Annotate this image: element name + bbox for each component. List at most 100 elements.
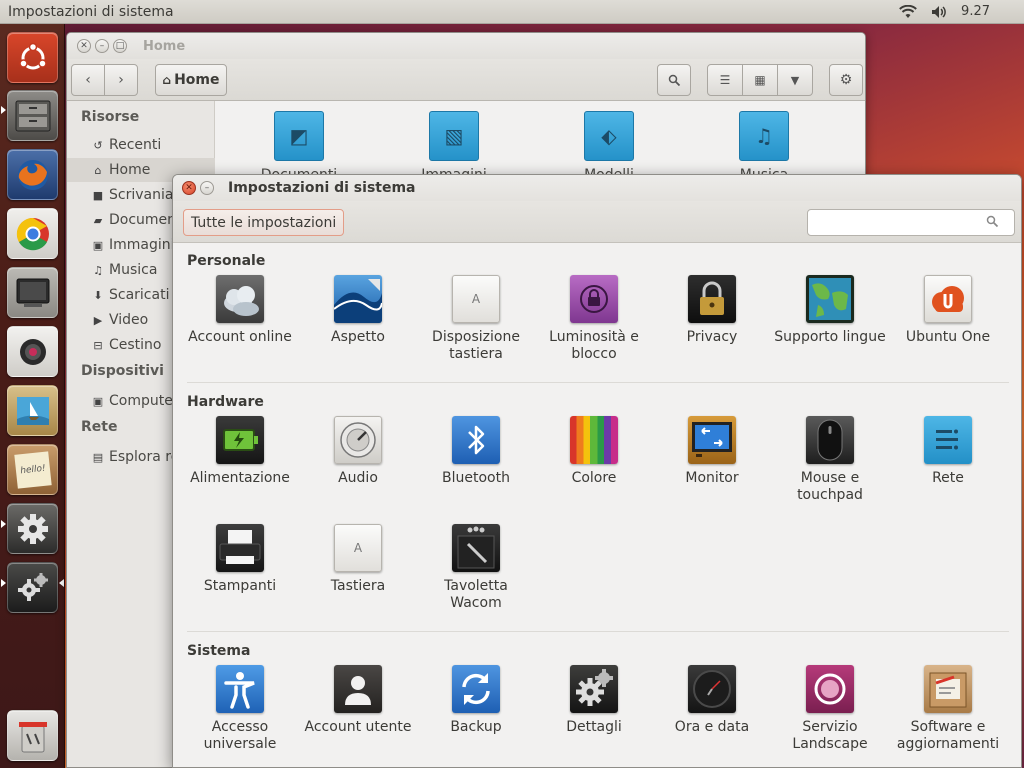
chrome-icon[interactable] [7,208,58,259]
sound-icon [334,416,382,464]
item-privacy[interactable]: Privacy [653,275,771,346]
item-keyboard[interactable]: A Tastiera [299,524,417,595]
settings-details-icon[interactable] [7,562,58,613]
close-icon[interactable]: ✕ [77,39,91,53]
folder-music[interactable]: ♫Musica [704,111,824,183]
item-universal-access[interactable]: Accesso universale [181,665,299,753]
item-language-support[interactable]: Supporto lingue [771,275,889,346]
sidebar-item-recent[interactable]: ↺ Recenti [67,133,215,157]
keyboard-icon: A [334,524,382,572]
item-bluetooth[interactable]: Bluetooth [417,416,535,487]
item-label: Privacy [686,329,738,345]
item-color[interactable]: Colore [535,416,653,487]
folder-pictures[interactable]: ▧Immagini [394,111,514,183]
chevron-left-icon: ‹ [85,72,91,88]
item-label: Aspetto [331,329,385,345]
photo-viewer-icon[interactable] [7,385,58,436]
sidebar-header-resources: Risorse [81,109,140,125]
item-details[interactable]: Dettagli [535,665,653,736]
item-keyboard-layout[interactable]: A Disposizione tastiera [417,275,535,363]
firefox-icon[interactable] [7,149,58,200]
item-label: Alimentazione [190,470,290,486]
item-label: Accesso universale [203,719,277,752]
close-icon[interactable]: ✕ [182,181,196,195]
folder-documents[interactable]: ◩Documenti [239,111,359,183]
desktop-icon: ■ [92,188,104,202]
file-manager-icon[interactable] [7,90,58,141]
item-label: Luminosità e blocco [549,329,639,362]
app-menu-button[interactable]: ⚙ [829,64,863,96]
item-online-accounts[interactable]: Account online [181,275,299,346]
search-icon [986,215,999,228]
privacy-icon [688,275,736,323]
item-label: Backup [450,719,502,735]
system-settings-window: ✕ – Impostazioni di sistema Tutte le imp… [172,174,1022,768]
item-label: Tavoletta Wacom [444,578,508,611]
minimize-icon[interactable]: – [200,181,214,195]
item-software-updates[interactable]: Software e aggiornamenti [889,665,1007,753]
system-settings-icon[interactable] [7,503,58,554]
language-support-icon [806,275,854,323]
minimize-icon[interactable]: – [95,39,109,53]
item-label: Supporto lingue [774,329,886,345]
details-icon [570,665,618,713]
location-label: Home [174,72,220,88]
printers-icon [216,524,264,572]
notes-text: hello! [13,450,52,489]
ubuntu-dash-icon[interactable] [7,32,58,83]
item-user-accounts[interactable]: Account utente [299,665,417,736]
item-brightness-lock[interactable]: Luminosità e blocco [535,275,653,363]
trash-icon[interactable] [7,710,58,761]
volume-icon[interactable] [931,5,947,19]
item-landscape-service[interactable]: Servizio Landscape [771,665,889,753]
item-label: Mouse e touchpad [797,470,863,503]
trash-icon: ⊟ [93,338,103,352]
item-label: Ubuntu One [905,329,991,345]
list-view-button[interactable]: ☰ [707,64,743,96]
appearance-icon [334,275,382,323]
list-icon: ☰ [719,73,731,87]
location-home-button[interactable]: ⌂ Home [155,64,227,96]
item-wacom-tablet[interactable]: Tavoletta Wacom [417,524,535,612]
item-sound[interactable]: Audio [299,416,417,487]
item-display[interactable]: Monitor [653,416,771,487]
item-printers[interactable]: Stampanti [181,524,299,595]
sidebar-header-network: Rete [81,419,118,435]
item-label: Colore [571,470,617,486]
wifi-icon[interactable] [899,4,917,19]
settings-toolbar: Tutte le impostazioni [173,201,1021,243]
clock[interactable]: 9.27 [961,4,990,19]
item-label: Disposizione tastiera [432,329,520,362]
item-backup[interactable]: Backup [417,665,535,736]
item-time-date[interactable]: Ora e data [653,665,771,736]
item-label: Tastiera [330,578,386,594]
item-appearance[interactable]: Aspetto [299,275,417,346]
active-window-title: Impostazioni di sistema [8,3,174,20]
folder-templates[interactable]: ⬖Modelli [549,111,669,183]
view-options-button[interactable]: ▼ [777,64,813,96]
monitor-app-icon[interactable] [7,267,58,318]
webcam-icon[interactable] [7,326,58,377]
section-divider [187,631,1009,632]
keyboard-layout-icon: A [452,275,500,323]
wacom-tablet-icon [452,524,500,572]
all-settings-button[interactable]: Tutte le impostazioni [183,209,345,236]
notes-icon[interactable]: hello! [7,444,58,495]
search-button[interactable] [657,64,691,96]
maximize-icon[interactable]: □ [113,39,127,53]
running-indicator [1,579,6,587]
item-network[interactable]: Rete [889,416,1007,487]
back-button[interactable]: ‹ [71,64,105,96]
item-label: Stampanti [203,578,277,594]
item-label: Bluetooth [442,470,510,486]
item-label: Monitor [685,470,739,486]
software-updates-icon [924,665,972,713]
grid-view-button[interactable]: ▦ [742,64,778,96]
forward-button[interactable]: › [104,64,138,96]
file-manager-title: Home [143,38,186,54]
brightness-lock-icon [570,275,618,323]
item-mouse-touchpad[interactable]: Mouse e touchpad [771,416,889,504]
item-power[interactable]: Alimentazione [181,416,299,487]
item-ubuntu-one[interactable]: Ubuntu One [889,275,1007,346]
search-input[interactable] [807,209,1015,236]
